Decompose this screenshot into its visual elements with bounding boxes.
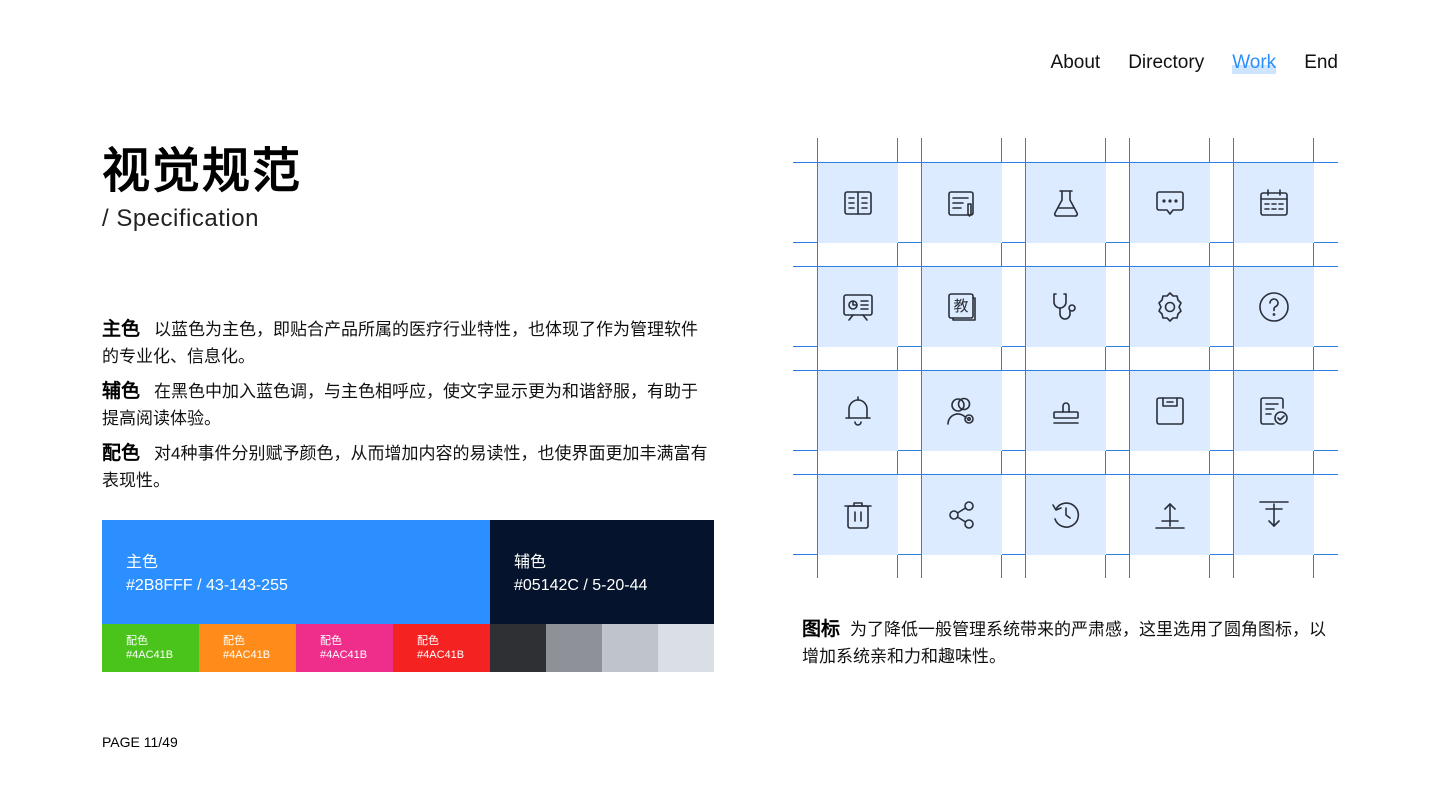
icon-cell (1234, 371, 1314, 451)
user-group-settings-icon (947, 397, 974, 425)
accent-swatch-green: 配色 #4AC41B (102, 624, 199, 672)
icon-cell (1130, 371, 1210, 451)
bell-icon (845, 396, 871, 426)
presentation-icon (843, 294, 873, 321)
icon-cell (922, 475, 1002, 555)
secondary-color-paragraph: 辅色 在黑色中加入蓝色调，与主色相呼应，使文字显示更为和谐舒服，有助于提高阅读体验… (102, 378, 714, 432)
para-label: 主色 (102, 319, 141, 340)
secondary-color-swatch: 辅色 #05142C / 5-20-44 (490, 520, 714, 624)
swatch-code: #05142C / 5-20-44 (514, 577, 648, 594)
icon-cell (1234, 267, 1314, 347)
swatch-code: #4AC41B (223, 649, 271, 661)
download-icon (1259, 501, 1289, 527)
color-palette: 主色 #2B8FFF / 43-143-255 辅色 #05142C / 5-2… (102, 520, 714, 672)
nav-about-link[interactable]: About (1051, 52, 1101, 74)
primary-color-paragraph: 主色 以蓝色为主色，即贴合产品所属的医疗行业特性，也体现了作为管理软件的专业化、信… (102, 316, 714, 370)
icon-cell (1026, 267, 1106, 347)
page-title: 视觉规范 (102, 145, 303, 198)
gray-swatch-3 (602, 624, 658, 672)
icon-cell (818, 371, 898, 451)
para-label: 配色 (102, 443, 141, 464)
icon-cell (818, 475, 898, 555)
icon-cell (1130, 475, 1210, 555)
checklist-icon (1260, 397, 1288, 425)
teach-icon-glyph: 教 (953, 297, 968, 315)
swatch-code: #2B8FFF / 43-143-255 (126, 577, 288, 594)
nav-work-link[interactable]: Work (1232, 52, 1277, 74)
icon-cell (1130, 267, 1210, 347)
stamp-icon (1053, 402, 1079, 424)
para-label: 辅色 (102, 381, 141, 402)
icon-cell (1026, 475, 1106, 555)
icon-cell (922, 163, 1002, 243)
swatch-label: 配色 (320, 635, 342, 647)
icon-cell (922, 371, 1002, 451)
gray-swatch-2 (546, 624, 602, 672)
accent-swatch-orange: 配色 #4AC41B (199, 624, 296, 672)
icon-cell (1130, 163, 1210, 243)
icon-cell (818, 163, 898, 243)
primary-color-swatch: 主色 #2B8FFF / 43-143-255 (102, 520, 490, 624)
para-text: 对4种事件分别赋予颜色，从而增加内容的易读性，也使界面更加丰满富有表现性。 (102, 444, 708, 490)
icon-cell: 教 (922, 267, 1002, 347)
accent-swatch-pink: 配色 #4AC41B (296, 624, 393, 672)
icon-cell (1026, 163, 1106, 243)
share-icon (949, 501, 974, 529)
book-icon (844, 191, 872, 215)
page-number: PAGE 11/49 (102, 734, 178, 750)
page-subtitle: / Specification (102, 205, 259, 232)
stethoscope-icon (1053, 293, 1076, 320)
top-nav: About Directory Work End (1051, 52, 1338, 74)
calendar-icon (1260, 189, 1288, 216)
swatch-code: #4AC41B (417, 649, 465, 661)
gray-swatch-1 (490, 624, 546, 672)
nav-end-link[interactable]: End (1304, 52, 1338, 74)
icon-desc-text: 为了降低一般管理系统带来的严肃感，这里选用了圆角图标，以增加系统亲和力和趣味性。 (802, 620, 1327, 666)
document-edit-icon (948, 191, 974, 217)
swatch-label: 主色 (126, 554, 159, 571)
icon-description: 图标 为了降低一般管理系统带来的严肃感，这里选用了圆角图标，以增加系统亲和力和趣味… (802, 616, 1338, 670)
accent-color-paragraph: 配色 对4种事件分别赋予颜色，从而增加内容的易读性，也使界面更加丰满富有表现性。 (102, 440, 714, 494)
swatch-label: 配色 (223, 635, 245, 647)
swatch-code: #4AC41B (320, 649, 368, 661)
swatch-code: #4AC41B (126, 649, 174, 661)
icon-cell (818, 267, 898, 347)
icon-cell (1026, 371, 1106, 451)
icon-desc-label: 图标 (802, 619, 841, 640)
upload-icon (1155, 503, 1185, 529)
help-icon (1259, 292, 1289, 322)
para-text: 以蓝色为主色，即贴合产品所属的医疗行业特性，也体现了作为管理软件的专业化、信息化… (102, 320, 699, 366)
refresh-icon (1052, 502, 1080, 528)
gray-swatch-4 (658, 624, 714, 672)
icon-cell (1234, 475, 1314, 555)
flask-icon (1053, 190, 1079, 217)
save-icon (1156, 397, 1184, 425)
nav-directory-link[interactable]: Directory (1128, 52, 1204, 74)
icon-grid: 教 (793, 138, 1338, 578)
swatch-label: 配色 (126, 635, 148, 647)
accent-swatch-red: 配色 #4AC41B (393, 624, 490, 672)
teach-icon: 教 (948, 293, 976, 321)
chat-icon (1156, 191, 1184, 215)
swatch-label: 辅色 (514, 554, 547, 571)
trash-icon (844, 502, 872, 529)
gear-icon (1158, 292, 1182, 322)
swatch-label: 配色 (417, 635, 439, 647)
icon-cell (1234, 163, 1314, 243)
para-text: 在黑色中加入蓝色调，与主色相呼应，使文字显示更为和谐舒服，有助于提高阅读体验。 (102, 382, 699, 428)
